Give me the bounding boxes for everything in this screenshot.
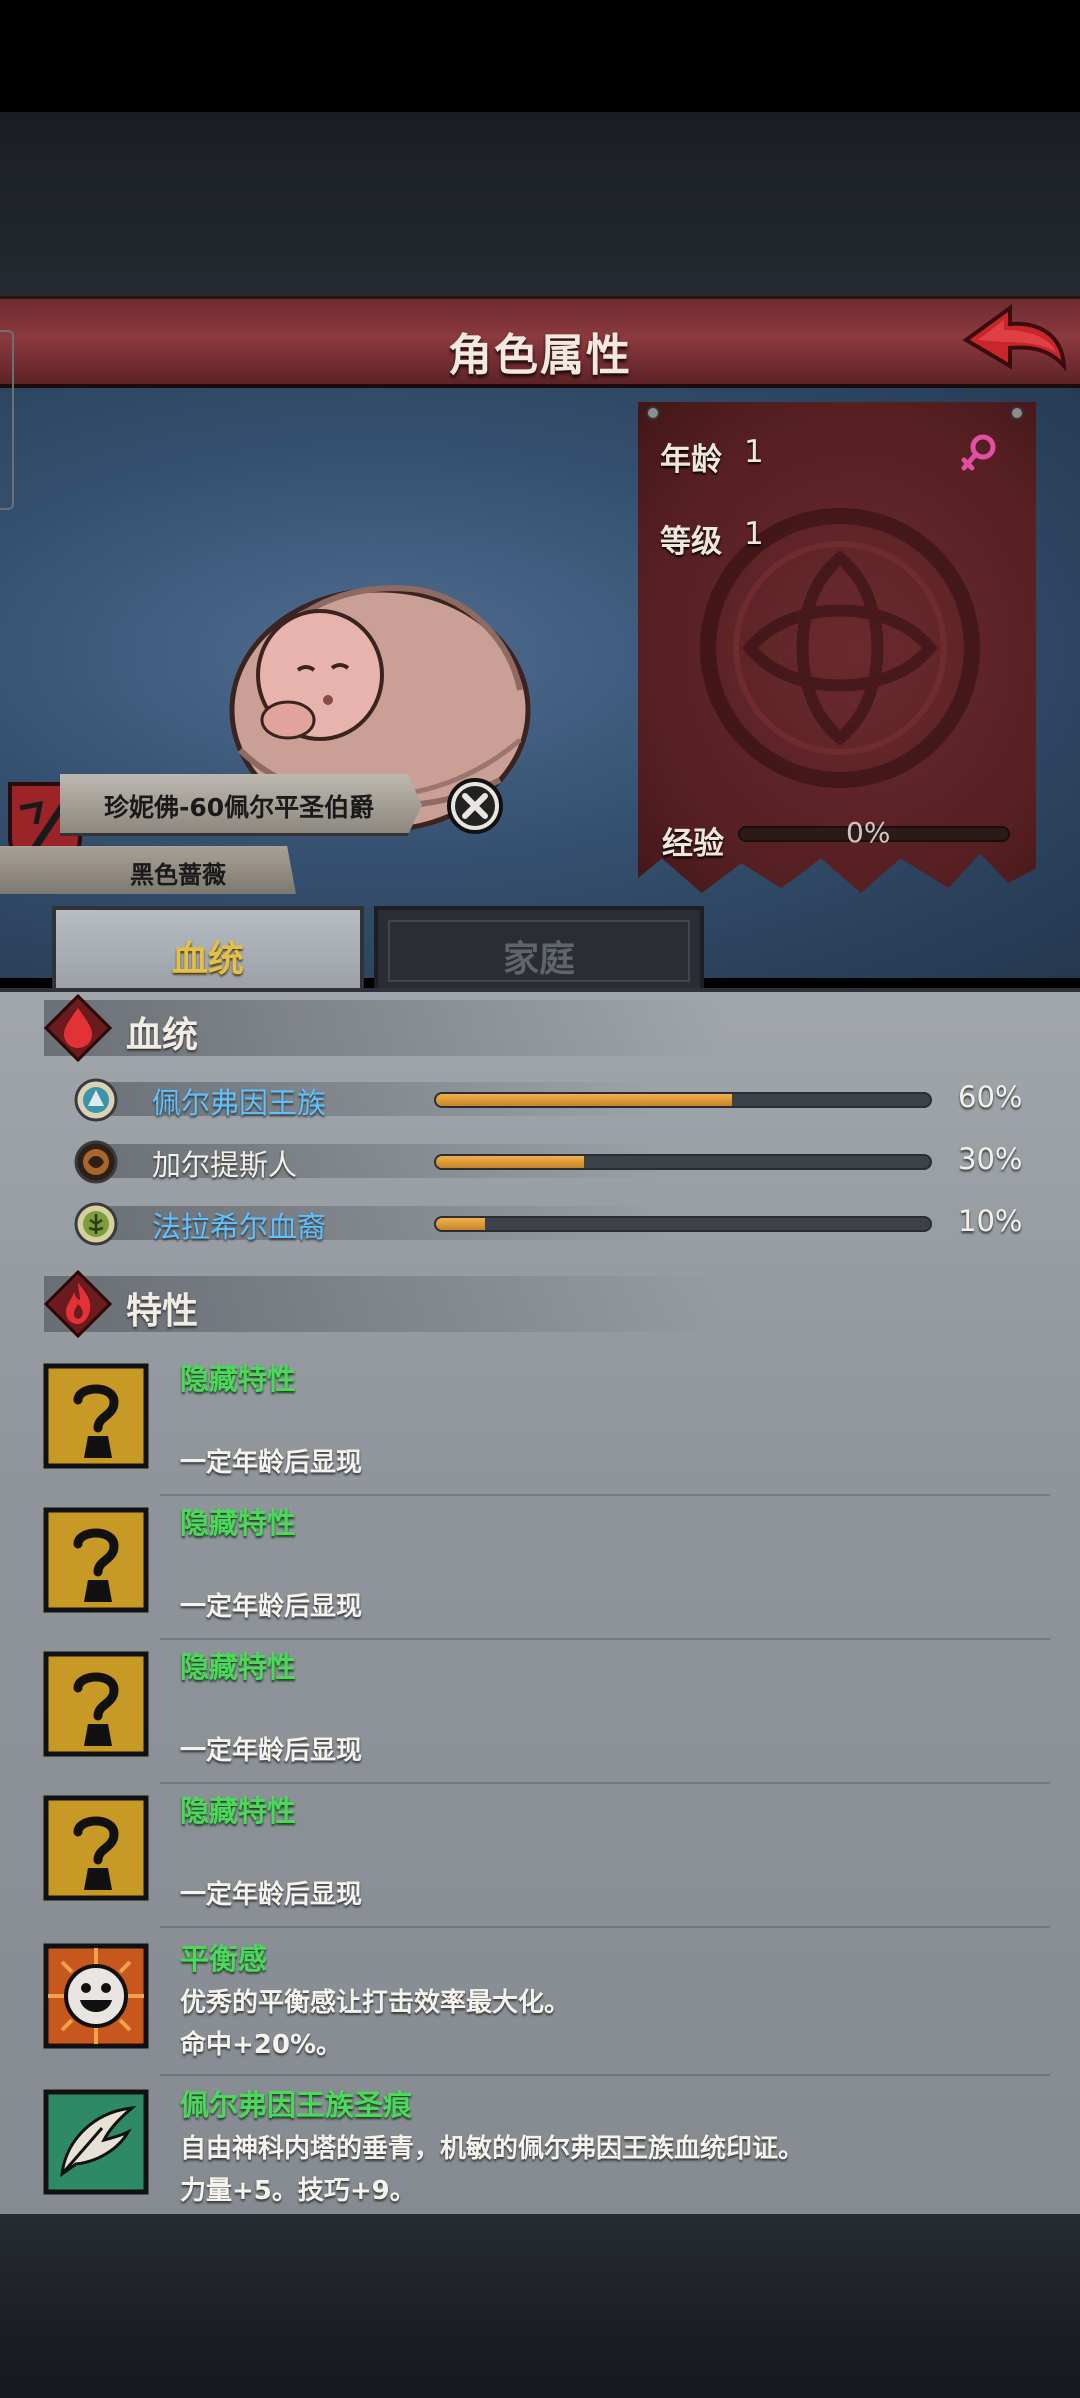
- celtic-knot-emblem: [700, 508, 980, 788]
- trait-desc: 一定年龄后显现: [180, 1448, 363, 1478]
- lineage-percent: 60%: [958, 1080, 1023, 1114]
- trait-name: 隐藏特性: [180, 1362, 297, 1396]
- panel-rivet: [1010, 406, 1024, 420]
- trait-item[interactable]: 佩尔弗因王族圣痕 自由神科内塔的垂青，机敏的佩尔弗因王族血统印证。 力量+5。技…: [0, 2082, 1080, 2222]
- trait-item[interactable]: 隐藏特性 一定年龄后显现: [0, 1500, 1080, 1640]
- side-drawer-handle[interactable]: [0, 330, 14, 510]
- trait-name: 隐藏特性: [180, 1650, 297, 1684]
- lineage-bar: [434, 1092, 932, 1108]
- galtis-crest-icon: [74, 1140, 118, 1184]
- page-title: 角色属性: [448, 330, 632, 381]
- lineage-section-header: 血统: [44, 994, 724, 1062]
- trait-name: 佩尔弗因王族圣痕: [180, 2088, 413, 2122]
- background-bottom: [0, 2214, 1080, 2398]
- lineage-name: 佩尔弗因王族: [152, 1086, 327, 1120]
- exp-value: 0%: [846, 816, 891, 849]
- house-name-plate: 黑色蔷薇: [0, 846, 296, 894]
- panel-rivet: [646, 406, 660, 420]
- pelfoyn-crest-icon: [74, 1078, 118, 1122]
- trait-name: 隐藏特性: [180, 1794, 297, 1828]
- character-name: 珍妮佛-60佩尔平圣伯爵: [104, 793, 375, 822]
- flame-icon: [44, 1270, 112, 1338]
- traits-section-title: 特性: [126, 1291, 199, 1332]
- female-gender-icon: [961, 434, 996, 471]
- trait-item[interactable]: 隐藏特性 一定年龄后显现: [0, 1644, 1080, 1784]
- trait-desc: 自由神科内塔的垂青，机敏的佩尔弗因王族血统印证。: [180, 2134, 805, 2164]
- blood-drop-icon: [44, 994, 112, 1062]
- hidden-trait-icon: [43, 1651, 149, 1757]
- lineage-row: 加尔提斯人 30%: [70, 1138, 1060, 1186]
- feather-mark-icon: [43, 2089, 149, 2195]
- age-value: 1: [744, 434, 764, 470]
- trait-item[interactable]: 平衡感 优秀的平衡感让打击效率最大化。 命中+20%。: [0, 1936, 1080, 2076]
- farashir-tree-icon: [74, 1202, 118, 1246]
- traits-section-header: 特性: [44, 1270, 724, 1338]
- trait-desc: 一定年龄后显现: [180, 1592, 363, 1622]
- lineage-percent: 10%: [958, 1204, 1023, 1238]
- hidden-trait-icon: [43, 1363, 149, 1469]
- trait-desc: 一定年龄后显现: [180, 1736, 363, 1766]
- trait-name: 隐藏特性: [180, 1506, 297, 1540]
- trait-effect: 命中+20%。: [180, 2030, 343, 2060]
- header-banner: 角色属性: [0, 296, 1080, 388]
- lineage-name: 法拉希尔血裔: [152, 1210, 327, 1244]
- status-bar-area: [0, 0, 1080, 112]
- trait-desc: 一定年龄后显现: [180, 1880, 363, 1910]
- level-value: 1: [744, 516, 764, 552]
- trait-item[interactable]: 隐藏特性 一定年龄后显现: [0, 1356, 1080, 1496]
- hidden-trait-icon: [43, 1507, 149, 1613]
- house-name: 黑色蔷薇: [130, 861, 226, 889]
- back-arrow-icon[interactable]: [958, 300, 1068, 380]
- trait-name: 平衡感: [180, 1942, 268, 1976]
- exp-label: 经验: [662, 826, 724, 862]
- lineage-name: 加尔提斯人: [152, 1148, 298, 1182]
- tab-lineage[interactable]: 血统: [52, 906, 364, 992]
- hidden-trait-icon: [43, 1795, 149, 1901]
- close-icon[interactable]: [445, 776, 505, 836]
- age-label: 年龄: [660, 442, 722, 478]
- character-name-plate: 珍妮佛-60佩尔平圣伯爵: [60, 774, 422, 836]
- lineage-bar: [434, 1216, 932, 1232]
- background-top: [0, 112, 1080, 298]
- trait-desc: 优秀的平衡感让打击效率最大化。: [180, 1988, 571, 2018]
- trait-effect: 力量+5。技巧+9。: [180, 2176, 416, 2206]
- lineage-percent: 30%: [958, 1142, 1023, 1176]
- lineage-row: 法拉希尔血裔 10%: [70, 1200, 1060, 1248]
- lineage-section-title: 血统: [126, 1015, 199, 1056]
- trait-item[interactable]: 隐藏特性 一定年龄后显现: [0, 1788, 1080, 1928]
- lineage-bar: [434, 1154, 932, 1170]
- smiley-face-icon: [43, 1943, 149, 2049]
- tab-family[interactable]: 家庭: [374, 906, 704, 992]
- lineage-row: 佩尔弗因王族 60%: [70, 1076, 1060, 1124]
- level-label: 等级: [660, 524, 722, 560]
